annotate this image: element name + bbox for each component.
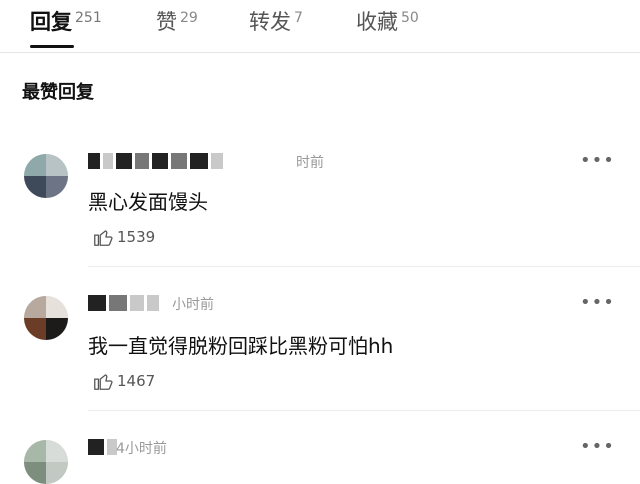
tab-likes[interactable]: 赞 29 <box>156 8 198 36</box>
tab-count: 50 <box>401 10 419 26</box>
more-options-button[interactable]: ••• <box>580 294 615 312</box>
comment-time: 4小时前 <box>116 441 167 457</box>
like-count: 1539 <box>117 228 156 246</box>
tab-count: 251 <box>75 10 102 26</box>
comment-text: 黑心发面馒头 <box>88 190 208 214</box>
divider <box>88 410 640 411</box>
more-options-button[interactable]: ••• <box>580 152 615 170</box>
tab-label: 转发 <box>249 10 291 34</box>
like-button[interactable]: 1539 <box>92 226 155 248</box>
tab-label: 回复 <box>30 10 72 34</box>
tab-label: 收藏 <box>356 10 398 34</box>
avatar[interactable] <box>24 296 68 340</box>
comment-time: 时前 <box>296 155 324 171</box>
active-tab-indicator <box>30 45 74 48</box>
comment-text: 我一直觉得脱粉回踩比黑粉可怕hh <box>88 334 394 358</box>
like-count: 1467 <box>117 372 156 390</box>
like-button[interactable]: 1467 <box>92 370 155 392</box>
thumbs-up-icon <box>94 230 113 246</box>
section-title: 最赞回复 <box>22 82 94 103</box>
avatar[interactable] <box>24 440 68 484</box>
comment-time: 小时前 <box>172 297 214 313</box>
more-options-button[interactable]: ••• <box>580 438 615 456</box>
tab-count: 29 <box>180 10 198 26</box>
tab-bar: 回复 251 赞 29 转发 7 收藏 50 <box>0 0 640 53</box>
thumbs-up-icon <box>94 374 113 390</box>
username-mosaic[interactable] <box>88 294 162 312</box>
divider <box>88 266 640 267</box>
tab-label: 赞 <box>156 10 177 34</box>
tab-favorites[interactable]: 收藏 50 <box>356 8 419 36</box>
tab-count: 7 <box>294 10 303 26</box>
tab-reposts[interactable]: 转发 7 <box>249 8 303 36</box>
tab-replies[interactable]: 回复 251 <box>30 8 102 48</box>
username-mosaic[interactable] <box>88 152 226 170</box>
avatar[interactable] <box>24 154 68 198</box>
